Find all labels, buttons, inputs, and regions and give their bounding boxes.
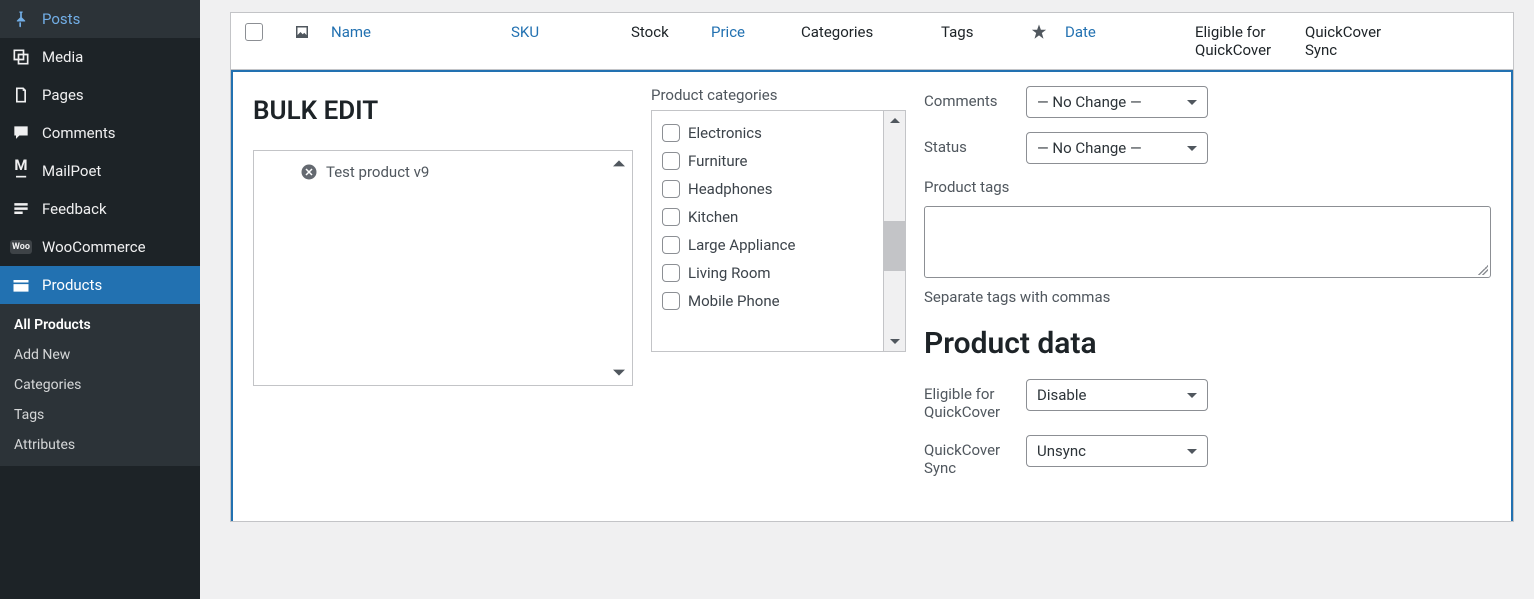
bulk-edit-title: BULK EDIT <box>253 96 633 126</box>
products-icon <box>10 274 32 296</box>
scroll-down-button[interactable] <box>610 363 628 381</box>
sidebar-item-mailpoet[interactable]: M— MailPoet <box>0 152 200 190</box>
qsync-select[interactable]: Unsync <box>1026 435 1208 467</box>
category-item: Kitchen <box>662 203 873 231</box>
comments-select[interactable]: — No Change — <box>1026 86 1208 118</box>
category-item: Large Appliance <box>662 231 873 259</box>
status-select[interactable]: — No Change — <box>1026 132 1208 164</box>
sidebar-item-label: Products <box>42 276 102 294</box>
category-item: Furniture <box>662 147 873 175</box>
sidebar-item-label: Posts <box>42 10 80 28</box>
category-checkbox[interactable] <box>662 124 680 142</box>
category-item: Mobile Phone <box>662 287 873 315</box>
bulk-edit-products-box: Test product v9 <box>253 150 633 386</box>
eligible-select[interactable]: Disable <box>1026 379 1208 411</box>
col-date[interactable]: Date <box>1059 23 1189 41</box>
sidebar-item-label: Feedback <box>42 200 107 218</box>
category-checkbox[interactable] <box>662 236 680 254</box>
sidebar-item-feedback[interactable]: Feedback <box>0 190 200 228</box>
scroll-up-icon[interactable] <box>884 111 905 131</box>
sidebar-item-media[interactable]: Media <box>0 38 200 76</box>
category-checkbox[interactable] <box>662 152 680 170</box>
main-content: Name SKU Stock Price Categories Tags Dat… <box>200 0 1534 599</box>
products-table: Name SKU Stock Price Categories Tags Dat… <box>230 12 1514 522</box>
sidebar-item-label: Pages <box>42 86 84 104</box>
product-tags-input[interactable] <box>924 206 1491 278</box>
feedback-icon <box>10 198 32 220</box>
qsync-label: QuickCover Sync <box>924 435 1026 477</box>
remove-product-icon[interactable] <box>300 163 318 181</box>
eligible-label: Eligible for QuickCover <box>924 379 1026 421</box>
col-tags: Tags <box>935 23 1019 41</box>
product-tags-label: Product tags <box>924 178 1491 196</box>
sidebar-item-label: Comments <box>42 124 116 142</box>
select-all-checkbox[interactable] <box>245 23 263 41</box>
sidebar-item-label: Media <box>42 48 83 66</box>
categories-box: Electronics Furniture Headphones Kitchen… <box>651 110 906 352</box>
submenu-all-products[interactable]: All Products <box>0 310 200 340</box>
scroll-down-icon[interactable] <box>884 331 905 351</box>
image-column-icon <box>279 23 325 41</box>
category-checkbox[interactable] <box>662 208 680 226</box>
tags-hint: Separate tags with commas <box>924 288 1491 306</box>
sidebar-item-comments[interactable]: Comments <box>0 114 200 152</box>
featured-column-icon <box>1019 23 1059 41</box>
sidebar-item-label: WooCommerce <box>42 238 146 256</box>
bulk-edit-product-item: Test product v9 <box>266 163 620 181</box>
category-item: Headphones <box>662 175 873 203</box>
submenu-categories[interactable]: Categories <box>0 370 200 400</box>
col-stock: Stock <box>625 23 705 41</box>
categories-list: Electronics Furniture Headphones Kitchen… <box>652 111 883 351</box>
bulk-edit-panel: BULK EDIT Test product v9 Product catego… <box>231 70 1513 521</box>
status-label: Status <box>924 132 1026 156</box>
comment-icon <box>10 122 32 144</box>
col-eligible: Eligible for QuickCover <box>1189 23 1299 59</box>
category-checkbox[interactable] <box>662 292 680 310</box>
submenu-tags[interactable]: Tags <box>0 400 200 430</box>
admin-sidebar: Posts Media Pages Comments M— MailPoet F… <box>0 0 200 599</box>
media-icon <box>10 46 32 68</box>
product-data-heading: Product data <box>924 326 1491 361</box>
woocommerce-icon: Woo <box>10 236 32 258</box>
col-categories: Categories <box>795 23 935 41</box>
pages-icon <box>10 84 32 106</box>
category-checkbox[interactable] <box>662 264 680 282</box>
sidebar-item-pages[interactable]: Pages <box>0 76 200 114</box>
categories-label: Product categories <box>651 86 906 104</box>
category-item: Electronics <box>662 119 873 147</box>
product-name: Test product v9 <box>326 163 429 181</box>
sidebar-item-products[interactable]: Products <box>0 266 200 304</box>
col-sku[interactable]: SKU <box>505 23 625 41</box>
sidebar-item-posts[interactable]: Posts <box>0 0 200 38</box>
col-price[interactable]: Price <box>705 23 795 41</box>
scrollbar-thumb[interactable] <box>884 221 905 271</box>
sidebar-item-label: MailPoet <box>42 162 101 180</box>
products-submenu: All Products Add New Categories Tags Att… <box>0 304 200 466</box>
categories-scrollbar[interactable] <box>883 111 905 351</box>
category-checkbox[interactable] <box>662 180 680 198</box>
col-name[interactable]: Name <box>325 23 505 41</box>
category-item: Living Room <box>662 259 873 287</box>
scroll-up-button[interactable] <box>610 155 628 173</box>
comments-label: Comments <box>924 86 1026 110</box>
submenu-attributes[interactable]: Attributes <box>0 430 200 460</box>
submenu-add-new[interactable]: Add New <box>0 340 200 370</box>
mailpoet-icon: M— <box>10 160 32 182</box>
col-qsync: QuickCover Sync <box>1299 23 1409 59</box>
pin-icon <box>10 8 32 30</box>
sidebar-item-woocommerce[interactable]: Woo WooCommerce <box>0 228 200 266</box>
table-header: Name SKU Stock Price Categories Tags Dat… <box>231 13 1513 70</box>
